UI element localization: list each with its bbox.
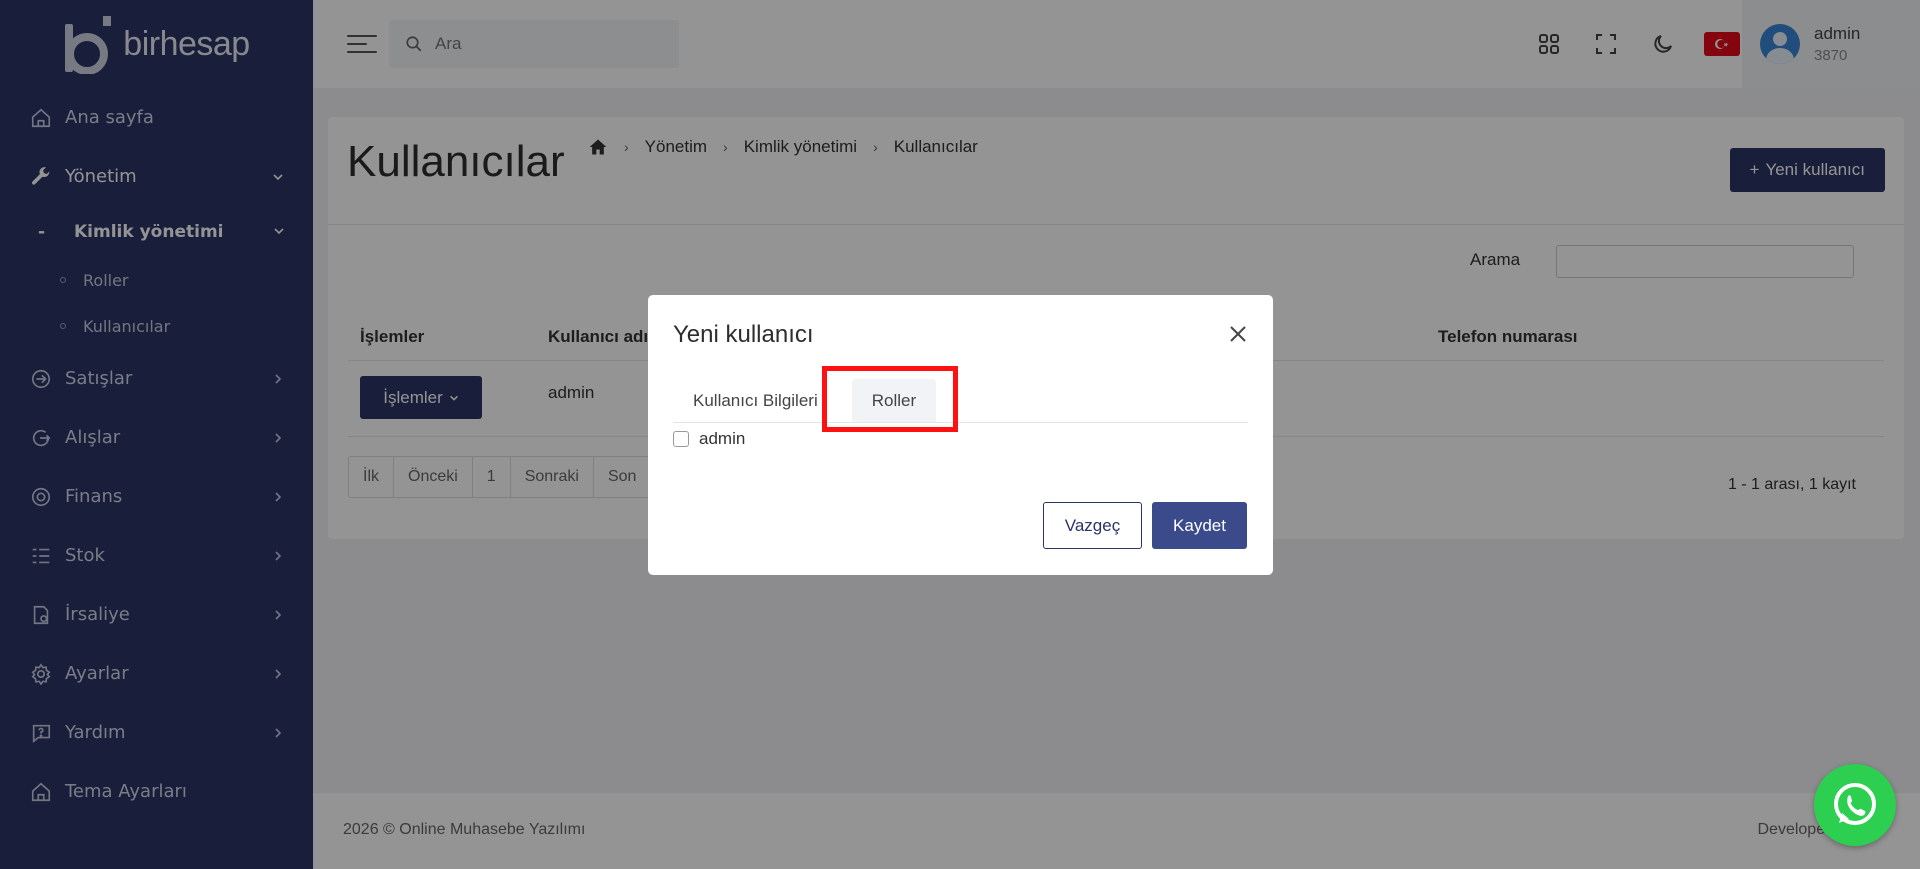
- role-option-admin[interactable]: admin: [673, 429, 745, 449]
- save-button[interactable]: Kaydet: [1152, 502, 1247, 549]
- close-icon[interactable]: [1227, 323, 1249, 345]
- cancel-button[interactable]: Vazgeç: [1043, 502, 1142, 549]
- modal-title: Yeni kullanıcı: [673, 321, 814, 348]
- whatsapp-button[interactable]: [1814, 764, 1896, 846]
- role-label: admin: [699, 429, 746, 448]
- role-checkbox[interactable]: [673, 431, 689, 447]
- new-user-modal: Yeni kullanıcı Kullanıcı Bilgileri Rolle…: [648, 295, 1273, 575]
- tab-kullanici-bilgileri[interactable]: Kullanıcı Bilgileri: [673, 379, 838, 422]
- modal-tabs: Kullanıcı Bilgileri Roller: [673, 379, 1248, 423]
- highlight-box: [822, 366, 958, 432]
- whatsapp-icon: [1834, 783, 1876, 825]
